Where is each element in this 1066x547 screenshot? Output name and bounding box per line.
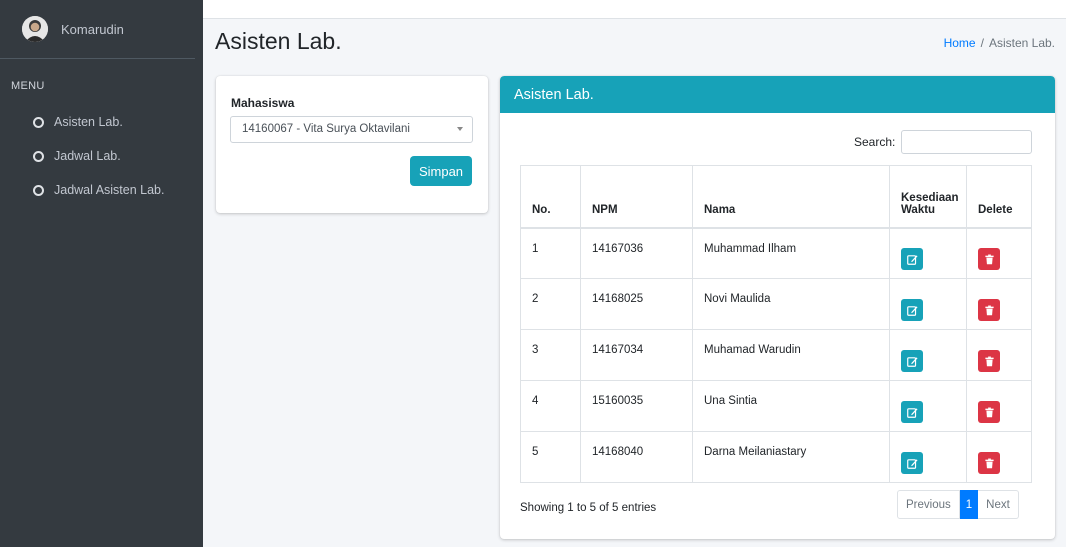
breadcrumb-current: Asisten Lab. [988, 36, 1055, 50]
cell-delete [966, 278, 1032, 330]
cell-kesediaan-waktu [889, 380, 967, 432]
breadcrumb-home-link[interactable]: Home [944, 36, 976, 50]
pagination-previous[interactable]: Previous [897, 490, 960, 519]
edit-icon [906, 305, 918, 316]
cell-nama: Muhammad Ilham [692, 227, 890, 279]
simpan-button[interactable]: Simpan [410, 156, 472, 186]
cell-npm: 14168025 [580, 278, 693, 330]
column-header-npm[interactable]: NPM [580, 165, 693, 229]
delete-button[interactable] [978, 452, 1000, 474]
cell-kesediaan-waktu [889, 227, 967, 279]
sidebar-item-label: Asisten Lab. [54, 115, 123, 129]
cell-no: 5 [520, 431, 581, 483]
edit-icon [906, 356, 918, 367]
pagination-next[interactable]: Next [978, 490, 1019, 519]
mahasiswa-selected-value: 14160067 - Vita Surya Oktavilani [242, 123, 410, 135]
cell-nama: Darna Meilaniastary [692, 431, 890, 483]
trash-icon [984, 458, 994, 468]
cell-kesediaan-waktu [889, 329, 967, 381]
cell-delete [966, 227, 1032, 279]
cell-nama: Una Sintia [692, 380, 890, 432]
table-row: 2 14168025 Novi Maulida [520, 278, 1032, 330]
pagination-page-1[interactable]: 1 [959, 490, 979, 519]
edit-button[interactable] [901, 401, 923, 423]
cell-delete [966, 431, 1032, 483]
cell-no: 2 [520, 278, 581, 330]
cell-npm: 14168040 [580, 431, 693, 483]
delete-button[interactable] [978, 350, 1000, 372]
circle-icon [33, 150, 44, 162]
edit-button[interactable] [901, 248, 923, 271]
mahasiswa-select[interactable]: 14160067 - Vita Surya Oktavilani [230, 116, 473, 143]
chevron-down-icon [457, 127, 463, 131]
search-input[interactable] [901, 130, 1032, 154]
delete-button[interactable] [978, 299, 1000, 321]
sidebar: Komarudin MENU Asisten Lab. Jadwal Lab. … [0, 0, 203, 547]
edit-icon [906, 407, 918, 418]
avatar [22, 16, 48, 42]
trash-icon [984, 356, 994, 366]
cell-npm: 14167036 [580, 227, 693, 279]
cell-delete [966, 380, 1032, 432]
table-header-row: No. NPM Nama Kesediaan Waktu Delete [520, 165, 1032, 229]
table-row: 5 14168040 Darna Meilaniastary [520, 431, 1032, 483]
mahasiswa-label: Mahasiswa [231, 96, 295, 110]
edit-icon [906, 254, 918, 265]
sidebar-item-asisten-lab[interactable]: Asisten Lab. [0, 105, 203, 139]
delete-button[interactable] [978, 248, 1000, 271]
asisten-table: No. NPM Nama Kesediaan Waktu Delete 1 14… [520, 165, 1032, 483]
top-navbar [203, 0, 1066, 19]
menu-header: MENU [11, 80, 45, 92]
trash-icon [984, 254, 994, 265]
delete-button[interactable] [978, 401, 1000, 423]
table-row: 4 15160035 Una Sintia [520, 380, 1032, 432]
cell-delete [966, 329, 1032, 381]
sidebar-item-label: Jadwal Lab. [54, 149, 121, 163]
table-card: Asisten Lab. Search: No. NPM Nama Kesedi… [500, 76, 1055, 539]
cell-npm: 15160035 [580, 380, 693, 432]
table-row: 3 14167034 Muhamad Warudin [520, 329, 1032, 381]
user-name: Komarudin [61, 21, 124, 37]
edit-button[interactable] [901, 350, 923, 372]
cell-nama: Novi Maulida [692, 278, 890, 330]
table-row: 1 14167036 Muhammad Ilham [520, 227, 1032, 279]
cell-no: 3 [520, 329, 581, 381]
sidebar-item-label: Jadwal Asisten Lab. [54, 183, 165, 197]
cell-no: 1 [520, 227, 581, 279]
table-info: Showing 1 to 5 of 5 entries [520, 502, 657, 514]
breadcrumb-separator: / [980, 36, 984, 50]
trash-icon [984, 407, 994, 417]
cell-no: 4 [520, 380, 581, 432]
sidebar-item-jadwal-lab[interactable]: Jadwal Lab. [0, 139, 203, 173]
edit-button[interactable] [901, 452, 923, 474]
page-title: Asisten Lab. [215, 28, 342, 54]
column-header-no[interactable]: No. [520, 165, 581, 229]
column-header-delete[interactable]: Delete [966, 165, 1032, 229]
cell-npm: 14167034 [580, 329, 693, 381]
search-label: Search: [854, 135, 896, 149]
edit-button[interactable] [901, 299, 923, 321]
breadcrumb: Home / Asisten Lab. [944, 36, 1055, 50]
table-card-title: Asisten Lab. [500, 76, 1055, 113]
circle-icon [33, 184, 44, 196]
form-card: Mahasiswa 14160067 - Vita Surya Oktavila… [216, 76, 488, 213]
circle-icon [33, 116, 44, 128]
edit-icon [906, 458, 918, 469]
cell-nama: Muhamad Warudin [692, 329, 890, 381]
cell-kesediaan-waktu [889, 431, 967, 483]
column-header-kesediaan-waktu[interactable]: Kesediaan Waktu [889, 165, 967, 229]
sidebar-item-jadwal-asisten-lab[interactable]: Jadwal Asisten Lab. [0, 173, 203, 207]
column-header-nama[interactable]: Nama [692, 165, 890, 229]
cell-kesediaan-waktu [889, 278, 967, 330]
pagination: Previous 1 Next [897, 490, 1019, 519]
trash-icon [984, 305, 994, 315]
table-body: 1 14167036 Muhammad Ilham 2 14168025 Nov… [520, 227, 1032, 483]
user-panel[interactable]: Komarudin [0, 0, 195, 59]
